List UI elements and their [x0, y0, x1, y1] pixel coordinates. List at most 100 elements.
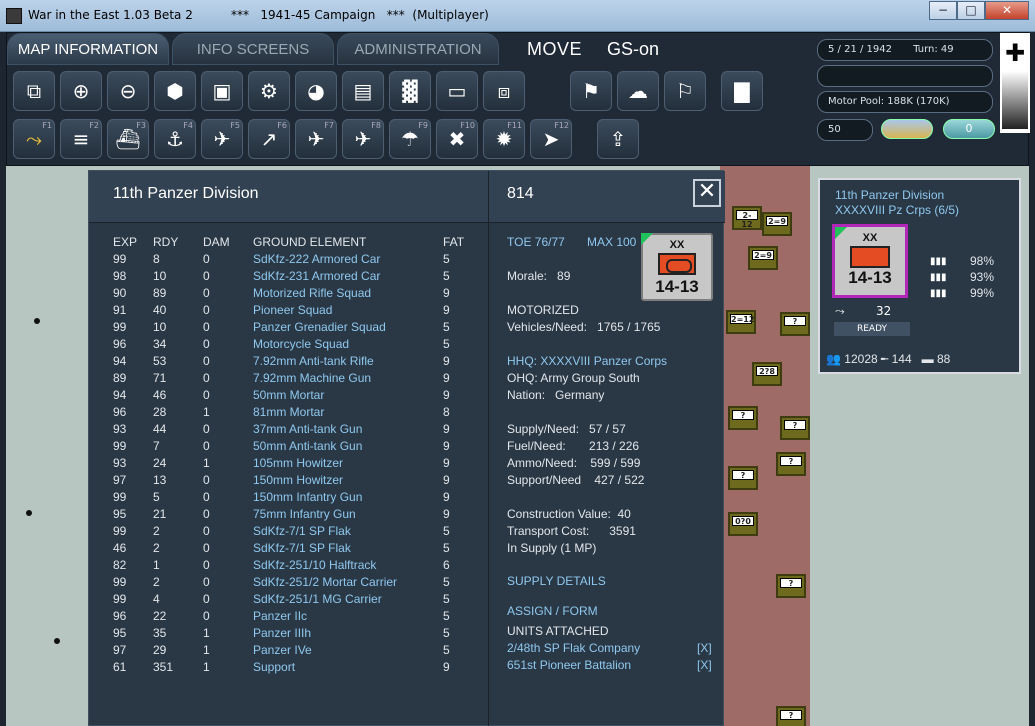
element-name[interactable]: Panzer IVe	[253, 641, 443, 658]
unitbox-counter[interactable]: XX 14-13	[832, 224, 908, 298]
element-name[interactable]: Motorized Rifle Squad	[253, 284, 443, 301]
settings-gear-button[interactable]: ⚙	[248, 71, 290, 111]
date-turn-box: 5 / 21 / 1942 Turn: 49	[817, 39, 993, 61]
element-name[interactable]: 150mm Infantry Gun	[253, 488, 443, 505]
unit-stack-button[interactable]: ▤	[342, 71, 384, 111]
map-unit-counter[interactable]: 2=12	[726, 310, 756, 334]
col-exp[interactable]: EXP	[113, 233, 153, 250]
element-name[interactable]: Panzer Grenadier Squad	[253, 318, 443, 335]
path-button[interactable]: ⤳ F1	[13, 119, 55, 159]
map-unit-counter[interactable]: 2-12	[732, 206, 762, 230]
element-name[interactable]: SdKfz-251/2 Mortar Carrier	[253, 573, 443, 590]
table-row: 99 8 0 SdKfz-222 Armored Car 5	[113, 250, 473, 267]
map-unit-counter[interactable]: ?	[728, 406, 758, 430]
end-turn-button[interactable]: ➤ F12	[530, 119, 572, 159]
close-panel-button[interactable]: ✕	[693, 179, 721, 207]
map-unit-counter[interactable]: ?	[776, 574, 806, 598]
element-name[interactable]: SdKfz-7/1 SP Flak	[253, 522, 443, 539]
col-rdy[interactable]: RDY	[153, 233, 203, 250]
tab-map-information[interactable]: MAP INFORMATION	[7, 33, 169, 65]
supply-details-link[interactable]: SUPPLY DETAILS	[507, 574, 606, 588]
map-unit-counter[interactable]: ?	[776, 452, 806, 476]
target-frame-button[interactable]: ⧈	[483, 71, 525, 111]
air-bomb-button[interactable]: ✈ F7	[295, 119, 337, 159]
element-name[interactable]: SdKfz-251/1 MG Carrier	[253, 590, 443, 607]
col-ground-element[interactable]: GROUND ELEMENT	[253, 233, 443, 250]
map-unit-counter[interactable]: ?	[780, 312, 810, 336]
element-name[interactable]: 37mm Anti-tank Gun	[253, 420, 443, 437]
airfield-button[interactable]: ✈ F8	[342, 119, 384, 159]
weather-button[interactable]: ☁	[617, 71, 659, 111]
max-link[interactable]: MAX 100	[587, 235, 636, 249]
toe-link[interactable]: TOE 76/77	[507, 235, 565, 249]
attached-unit-2[interactable]: 651st Pioneer Battalion	[507, 658, 631, 672]
map-unit-counter[interactable]: 2=9	[748, 246, 778, 270]
map-unit-counter[interactable]: 2?8	[752, 362, 782, 386]
fat-cell: 5	[443, 523, 450, 538]
map-unit-counter[interactable]: 2=9	[762, 212, 792, 236]
element-name[interactable]: 75mm Infantry Gun	[253, 505, 443, 522]
element-name[interactable]: Panzer IIc	[253, 607, 443, 624]
element-name[interactable]: Panzer IIIh	[253, 624, 443, 641]
gs-mode-label[interactable]: GS-on	[607, 39, 659, 60]
tab-info-screens[interactable]: INFO SCREENS	[172, 33, 334, 65]
top-command-panel: MAP INFORMATION INFO SCREENS ADMINISTRAT…	[6, 32, 1030, 166]
explosion-button[interactable]: ✹ F11	[483, 119, 525, 159]
unit-frame-icon: ▣	[212, 79, 232, 103]
naval-button[interactable]: ⚓ F4	[154, 119, 196, 159]
element-name[interactable]: 7.92mm Anti-tank Rifle	[253, 352, 443, 369]
element-name[interactable]: 50mm Mortar	[253, 386, 443, 403]
unit-frame-button[interactable]: ▣	[201, 71, 243, 111]
air-transfer-button[interactable]: ↗ F6	[248, 119, 290, 159]
unit-dot-button[interactable]: ◕	[295, 71, 337, 111]
element-name[interactable]: SdKfz-7/1 SP Flak	[253, 539, 443, 556]
element-name[interactable]: Motorcycle Squad	[253, 335, 443, 352]
maximize-button[interactable]: □	[957, 1, 985, 20]
overlay-toggle-button[interactable]: ⧉	[13, 71, 55, 111]
tab-administration[interactable]: ADMINISTRATION	[337, 33, 499, 65]
assign-form-link[interactable]: ASSIGN / FORM	[507, 604, 598, 618]
hex-grid-button[interactable]: ⬢	[154, 71, 196, 111]
flag-outline-button[interactable]: ⚐	[664, 71, 706, 111]
toggle-indicator[interactable]: 0	[943, 119, 995, 139]
col-fat[interactable]: FAT	[443, 233, 473, 250]
hhq-link[interactable]: HHQ: XXXXVIII Panzer Corps	[507, 354, 667, 368]
air-recon-button[interactable]: ✈ F5	[201, 119, 243, 159]
map-unit-counter[interactable]: ?	[776, 706, 806, 726]
element-name[interactable]: SdKfz-222 Armored Car	[253, 250, 443, 267]
flag-arrow-button[interactable]: ⚑	[570, 71, 612, 111]
map-unit-counter[interactable]: 0?0	[728, 512, 758, 536]
attached-unit-1[interactable]: 2/48th SP Flak Company	[507, 641, 640, 655]
zoom-in-button[interactable]: ⊕	[60, 71, 102, 111]
col-dam[interactable]: DAM	[203, 233, 253, 250]
element-name[interactable]: SdKfz-231 Armored Car	[253, 267, 443, 284]
factory-button[interactable]: ▓	[389, 71, 431, 111]
bar-blocks-button[interactable]: ▇	[721, 71, 763, 111]
element-name[interactable]: 7.92mm Machine Gun	[253, 369, 443, 386]
element-name[interactable]: 150mm Howitzer	[253, 471, 443, 488]
element-name[interactable]: SdKfz-251/10 Halftrack	[253, 556, 443, 573]
zoom-out-icon: ⊖	[119, 79, 137, 103]
minimize-button[interactable]: −	[929, 1, 957, 20]
element-name[interactable]: Pioneer Squad	[253, 301, 443, 318]
air-strike-button[interactable]: ✖ F10	[436, 119, 478, 159]
weather-indicator[interactable]	[881, 119, 933, 139]
upload-button[interactable]: ⇪	[597, 119, 639, 159]
element-name[interactable]: 50mm Anti-tank Gun	[253, 437, 443, 454]
flag-arrow-icon: ⚑	[582, 79, 600, 103]
map-unit-counter[interactable]: ?	[728, 466, 758, 490]
element-name[interactable]: 81mm Mortar	[253, 403, 443, 420]
detach-button-2[interactable]: [X]	[697, 658, 712, 672]
detach-button-1[interactable]: [X]	[697, 641, 712, 655]
rail-button[interactable]: ≡ F2	[60, 119, 102, 159]
naval-transport-button[interactable]: ⛴ F3	[107, 119, 149, 159]
rectangle-button[interactable]: ▭	[436, 71, 478, 111]
map-unit-counter[interactable]: ?	[780, 416, 810, 440]
close-window-button[interactable]: ✕	[985, 1, 1029, 20]
element-name[interactable]: Support	[253, 658, 443, 675]
element-name[interactable]: 105mm Howitzer	[253, 454, 443, 471]
selected-unit-box[interactable]: 11th Panzer Division XXXXVIII Pz Crps (6…	[818, 178, 1021, 374]
iron-cross-icon: ✚	[1005, 39, 1026, 67]
airdrop-button[interactable]: ☂ F9	[389, 119, 431, 159]
zoom-out-button[interactable]: ⊖	[107, 71, 149, 111]
